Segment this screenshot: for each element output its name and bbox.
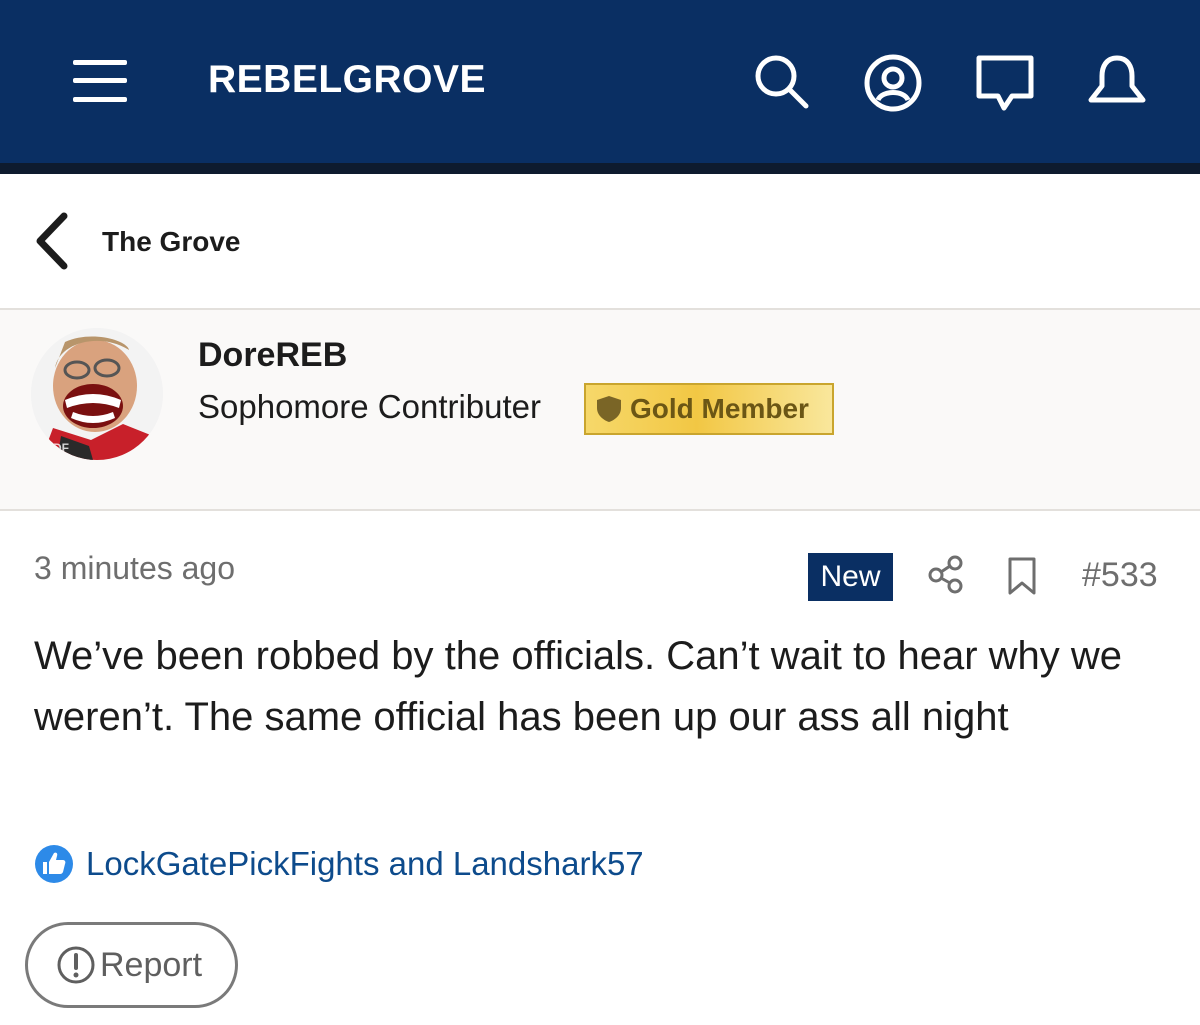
svg-text:DF: DF [53,441,69,455]
post-body: We’ve been robbed by the officials. Can’… [34,634,1123,739]
top-nav-bar: REBELGROVE [0,0,1200,163]
breadcrumb[interactable]: The Grove [0,174,1200,308]
likes-row[interactable]: LockGatePickFights and Landshark57 [34,842,644,886]
avatar[interactable]: DF [31,328,163,460]
thumbs-up-icon [35,845,73,883]
messages-icon[interactable] [974,52,1036,114]
shield-icon [597,396,621,422]
author-card: DF DoreREB Sophomore Contributer Gold Me… [0,308,1200,511]
menu-icon[interactable] [73,58,127,104]
author-username[interactable]: DoreREB [198,336,347,375]
site-logo[interactable]: REBELGROVE [208,58,486,102]
likes-users-link[interactable]: LockGatePickFights and Landshark57 [86,845,644,883]
gold-badge-label: Gold Member [630,393,809,424]
notifications-icon[interactable] [1086,52,1148,114]
avatar-caricature-image: DF [31,328,163,460]
nav-shadow [0,163,1200,174]
report-button-label[interactable]: Report [100,946,202,985]
back-link-label[interactable]: The Grove [102,226,240,258]
report-button[interactable]: Report [25,922,238,1008]
search-icon[interactable] [750,52,812,114]
account-icon[interactable] [862,52,924,114]
share-icon[interactable] [926,554,966,594]
chevron-left-icon[interactable] [32,212,72,270]
new-badge: New [808,553,893,601]
gold-member-badge: Gold Member [584,383,834,435]
post-timestamp[interactable]: 3 minutes ago [34,550,235,587]
post-number[interactable]: #533 [1082,556,1158,595]
author-rank: Sophomore Contributer [198,388,542,425]
bookmark-icon[interactable] [1007,556,1037,596]
alert-circle-icon [57,946,95,984]
